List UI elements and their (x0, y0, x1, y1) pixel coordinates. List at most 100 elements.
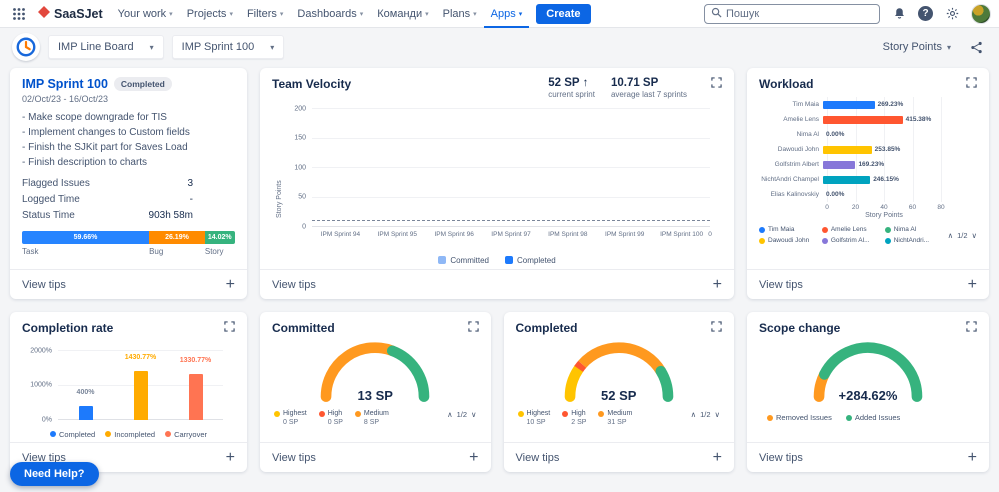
user-avatar[interactable] (971, 3, 991, 24)
add-icon[interactable]: + (968, 276, 977, 293)
y-axis-label: Story Points (276, 180, 283, 218)
gridline: 100 (294, 164, 710, 171)
workload-value: 253.85% (874, 145, 901, 153)
expand-icon[interactable] (711, 77, 722, 91)
view-tips-link[interactable]: View tips (272, 452, 316, 464)
add-icon[interactable]: + (226, 276, 235, 293)
add-icon[interactable]: + (713, 449, 722, 466)
add-icon[interactable]: + (469, 449, 478, 466)
board-select-value: IMP Line Board (58, 41, 134, 53)
share-icon[interactable] (965, 36, 987, 58)
assignee-name: Golfstrim Albert (774, 161, 819, 168)
distribution-segment-bug[interactable]: 26.19% (149, 231, 205, 244)
nav-item-dashboards[interactable]: Dashboards ▾ (290, 0, 370, 28)
workload-row: Dawoudi John 253.85% (759, 142, 977, 157)
sprint-report-logo-icon (12, 33, 40, 61)
search-box[interactable] (704, 3, 880, 24)
workload-bar[interactable] (823, 175, 871, 184)
app-logo[interactable]: SaaSJet (32, 6, 109, 21)
metric-select[interactable]: Story Points ▾ (883, 41, 951, 53)
add-icon[interactable]: + (226, 449, 235, 466)
workload-value: 169.23% (858, 160, 885, 168)
y-tick-label: 0% (41, 416, 52, 423)
nav-item-filters[interactable]: Filters ▾ (240, 0, 290, 28)
gridline: 200 (294, 105, 710, 112)
nav-item-plans[interactable]: Plans ▾ (436, 0, 484, 28)
expand-icon[interactable] (224, 321, 235, 335)
legend-committed: Committed (438, 255, 489, 265)
view-tips-link[interactable]: View tips (759, 279, 803, 291)
view-tips-link[interactable]: View tips (272, 279, 316, 291)
legend-name: Medium (363, 410, 389, 417)
stat-value: 3 (187, 178, 193, 189)
incompleted-bar[interactable] (133, 370, 148, 420)
completed-bar[interactable] (78, 406, 93, 420)
add-icon[interactable]: + (968, 449, 977, 466)
card-title: Team Velocity (272, 77, 352, 91)
x-tick-label: 80 (937, 204, 945, 211)
pager-down-icon[interactable]: ∨ (972, 231, 978, 240)
create-button[interactable]: Create (536, 3, 591, 24)
view-tips-link[interactable]: View tips (516, 452, 560, 464)
nav-item-label: Dashboards (297, 7, 357, 20)
settings-gear-icon[interactable] (941, 3, 963, 25)
gauge-segment (578, 342, 666, 375)
workload-value: 0.00% (826, 190, 845, 198)
pager-down-icon[interactable]: ∨ (471, 410, 477, 419)
current-sprint-value: 52 SP (548, 77, 580, 89)
legend-dot (49, 431, 56, 437)
pager-up-icon[interactable]: ∧ (948, 231, 954, 240)
pager-up-icon[interactable]: ∧ (691, 410, 697, 419)
board-select[interactable]: IMP Line Board ▾ (48, 35, 164, 59)
nav-item-label: Apps (490, 7, 516, 20)
distribution-segment-story[interactable]: 14.02% (204, 231, 235, 244)
topnav-right: ? (704, 3, 991, 25)
legend-pager: ∧ 1/2 ∨ (948, 231, 977, 240)
expand-icon[interactable] (711, 321, 722, 335)
legend-value: 0 SP (283, 419, 299, 426)
chevron-down-icon: ▾ (270, 42, 275, 52)
pager-down-icon[interactable]: ∨ (715, 410, 721, 419)
sprint-stat-row: Flagged Issues 3 (22, 176, 235, 192)
workload-row: NichtAndri Champel 246.15% (759, 172, 977, 187)
chevron-down-icon: ▾ (946, 42, 951, 52)
expand-icon[interactable] (966, 321, 977, 335)
workload-row: Tim Maia 269.23% (759, 97, 977, 112)
search-input[interactable] (726, 7, 873, 20)
nav-item-[interactable]: Команди ▾ (370, 0, 435, 28)
need-help-button[interactable]: Need Help? (10, 462, 99, 486)
assignee-name: Elias Kalinovskiy (770, 191, 819, 198)
nav-item-apps[interactable]: Apps ▾ (484, 0, 530, 28)
workload-bar[interactable] (823, 160, 856, 169)
legend-pager: ∧ 1/2 ∨ (447, 410, 476, 419)
workload-bar[interactable] (823, 145, 872, 154)
nav-item-projects[interactable]: Projects ▾ (180, 0, 240, 28)
search-icon (711, 7, 722, 21)
expand-icon[interactable] (467, 321, 479, 335)
legend-dot (759, 226, 765, 233)
card-title: Completed (515, 321, 578, 335)
gauge-value: 52 SP (601, 388, 637, 403)
legend-item: Golfstrim Al... (821, 237, 879, 244)
carryover-bar[interactable] (188, 374, 203, 420)
sprint-goal: - Implement changes to Custom fields (22, 127, 190, 138)
distribution-segment-task[interactable]: 59.66% (22, 231, 150, 244)
view-tips-link[interactable]: View tips (759, 452, 803, 464)
y-tick-label: 2000% (30, 347, 52, 354)
notifications-bell-icon[interactable] (888, 3, 910, 25)
workload-bar[interactable] (823, 115, 903, 124)
workload-bar[interactable] (823, 100, 875, 109)
legend-dot (598, 410, 605, 417)
add-icon[interactable]: + (713, 276, 722, 293)
help-icon[interactable]: ? (918, 6, 933, 21)
nav-item-your-work[interactable]: Your work ▾ (111, 0, 180, 28)
y-tick-label: 50 (298, 193, 306, 201)
view-tips-link[interactable]: View tips (22, 279, 66, 291)
completion-chart: 0% 1000% 2000% 400% 1430.77% 1330.77% (22, 339, 235, 426)
expand-icon[interactable] (966, 77, 977, 91)
gridline: 150 (294, 135, 710, 142)
app-switcher-icon[interactable] (8, 3, 30, 25)
pager-up-icon[interactable]: ∧ (447, 410, 453, 419)
chevron-down-icon: ▾ (518, 10, 523, 18)
sprint-select[interactable]: IMP Sprint 100 ▾ (171, 35, 285, 59)
